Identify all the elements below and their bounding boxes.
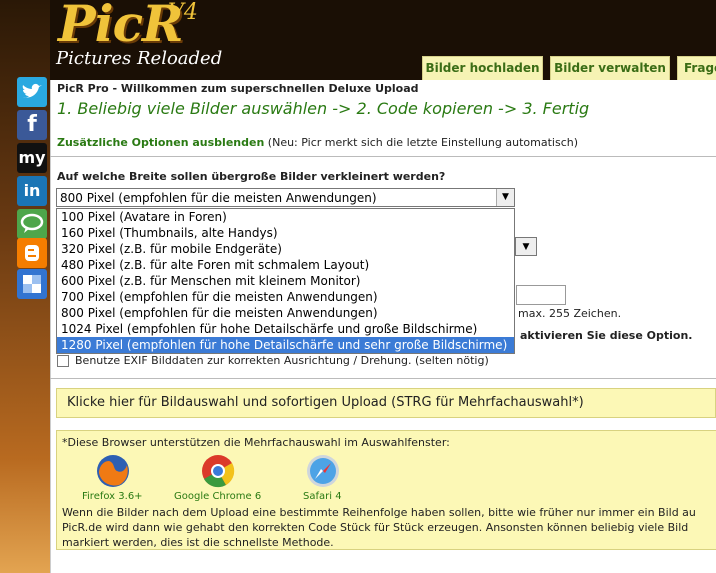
width-option[interactable]: 600 Pixel (z.B. für Menschen mit kleinem… bbox=[57, 273, 514, 289]
width-option[interactable]: 800 Pixel (empfohlen für die meisten Anw… bbox=[57, 305, 514, 321]
width-select-value: 800 Pixel (empfohlen für die meisten Anw… bbox=[60, 191, 377, 205]
width-select[interactable]: 800 Pixel (empfohlen für die meisten Anw… bbox=[56, 188, 515, 207]
facebook-icon[interactable]: f bbox=[17, 110, 47, 140]
exif-checkbox[interactable] bbox=[57, 355, 69, 367]
logo[interactable]: PicR V4 Pictures Reloaded bbox=[56, 0, 258, 80]
info-line: Wenn die Bilder nach dem Upload eine bes… bbox=[62, 506, 696, 519]
tab-fragen[interactable]: Frage bbox=[677, 56, 716, 80]
text-input[interactable] bbox=[516, 285, 566, 305]
width-dropdown-list[interactable]: 100 Pixel (Avatare in Foren) 160 Pixel (… bbox=[56, 208, 515, 354]
logo-tagline: Pictures Reloaded bbox=[56, 48, 223, 69]
tab-bilder-verwalten[interactable]: Bilder verwalten bbox=[550, 56, 670, 80]
logo-brand: PicR bbox=[58, 0, 184, 53]
options-row: Zusätzliche Optionen ausblenden (Neu: Pi… bbox=[57, 136, 578, 149]
exif-label: Benutze EXIF Bilddaten zur korrekten Aus… bbox=[75, 354, 489, 367]
firefox-label: Firefox 3.6+ bbox=[82, 491, 143, 502]
width-option[interactable]: 480 Pixel (z.B. für alte Foren mit schma… bbox=[57, 257, 514, 273]
page-heading: PicR Pro - Willkommen zum superschnellen… bbox=[57, 82, 419, 95]
info-paragraph: Wenn die Bilder nach dem Upload eine bes… bbox=[62, 505, 716, 550]
divider bbox=[50, 156, 716, 157]
logo-version: V4 bbox=[168, 0, 198, 25]
width-option[interactable]: 320 Pixel (z.B. für mobile Endgeräte) bbox=[57, 241, 514, 257]
width-option[interactable]: 1024 Pixel (empfohlen für hohe Detailsch… bbox=[57, 321, 514, 337]
info-line: PicR.de wird dann wie gehabt den korrekt… bbox=[62, 521, 689, 534]
chrome-label: Google Chrome 6 bbox=[174, 491, 262, 502]
safari-label: Safari 4 bbox=[303, 491, 342, 502]
options-note: (Neu: Picr merkt sich die letzte Einstel… bbox=[267, 136, 578, 149]
browsers-note: *Diese Browser unterstützen die Mehrfach… bbox=[62, 436, 450, 449]
info-line: markiert werden, dies ist die schnellste… bbox=[62, 536, 334, 549]
toggle-options-link[interactable]: Zusätzliche Optionen ausblenden bbox=[57, 136, 264, 149]
hidden-select-arrow[interactable]: ▼ bbox=[515, 237, 537, 256]
width-question: Auf welche Breite sollen übergroße Bilde… bbox=[57, 170, 446, 183]
firefox-icon bbox=[95, 453, 131, 489]
blogger-icon[interactable] bbox=[17, 238, 47, 268]
upload-button[interactable]: Klicke hier für Bildauswahl und sofortig… bbox=[56, 388, 716, 418]
chevron-down-icon[interactable]: ▼ bbox=[496, 189, 514, 206]
activate-option-text: aktivieren Sie diese Option. bbox=[520, 329, 693, 342]
safari-icon bbox=[305, 453, 341, 489]
divider bbox=[50, 378, 716, 379]
width-option[interactable]: 100 Pixel (Avatare in Foren) bbox=[57, 209, 514, 225]
delicious-icon[interactable] bbox=[17, 269, 47, 299]
chrome-icon bbox=[200, 453, 236, 489]
steps-text: 1. Beliebig viele Bilder auswählen -> 2.… bbox=[57, 99, 590, 118]
linkedin-icon[interactable]: in bbox=[17, 176, 47, 206]
twitter-icon[interactable] bbox=[17, 77, 47, 107]
max-chars-text: max. 255 Zeichen. bbox=[518, 307, 622, 320]
exif-option[interactable]: Benutze EXIF Bilddaten zur korrekten Aus… bbox=[57, 354, 489, 367]
myspace-icon[interactable]: my bbox=[17, 143, 47, 173]
width-option[interactable]: 160 Pixel (Thumbnails, alte Handys) bbox=[57, 225, 514, 241]
chat-icon[interactable] bbox=[17, 209, 47, 239]
width-option-highlighted[interactable]: 1280 Pixel (empfohlen für hohe Detailsch… bbox=[57, 337, 514, 353]
width-option[interactable]: 700 Pixel (empfohlen für die meisten Anw… bbox=[57, 289, 514, 305]
tab-bilder-hochladen[interactable]: Bilder hochladen bbox=[422, 56, 543, 80]
